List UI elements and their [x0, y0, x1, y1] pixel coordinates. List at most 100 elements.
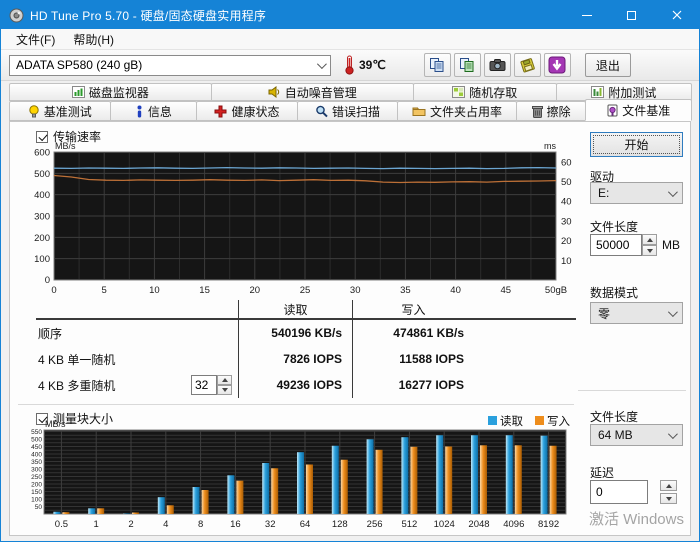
tab-benchmark[interactable]: 基准测试: [9, 101, 111, 121]
svg-text:300: 300: [31, 467, 42, 474]
tab-row-2: 基准测试 信息 健康状态 错误扫描 文件夹占用率 擦除 文件基准: [9, 99, 693, 121]
error-scan-icon: [315, 105, 328, 118]
svg-text:250: 250: [31, 474, 42, 481]
svg-text:0: 0: [45, 275, 50, 286]
svg-text:350: 350: [31, 459, 42, 466]
minimize-icon: [581, 14, 592, 16]
tab-label: 基准测试: [43, 104, 92, 119]
tab-file-benchmark[interactable]: 文件基准: [585, 99, 693, 121]
temperature-indicator: 39℃: [343, 55, 386, 75]
close-icon: [672, 10, 681, 20]
svg-text:1024: 1024: [434, 519, 455, 530]
svg-text:45: 45: [501, 285, 512, 296]
copy-color-icon: [460, 58, 474, 72]
transfer-rate-chart: 0 100 200 300 400 500 600 10 20 30 40 50 60 0 5 10 15 20 2…: [28, 140, 584, 307]
benchmark-icon: [28, 104, 40, 118]
screenshot-button[interactable]: [483, 53, 511, 77]
arrow-down-icon: [221, 388, 228, 392]
results-table-header: 读取 写入: [36, 300, 576, 320]
file-benchmark-icon: [607, 104, 618, 117]
svg-text:32: 32: [265, 519, 276, 530]
svg-text:4: 4: [163, 519, 168, 530]
data-mode-combobox[interactable]: 零: [590, 302, 683, 324]
row-label: 4 KB 单一随机: [38, 352, 116, 367]
target-drive-combobox[interactable]: E:: [590, 182, 683, 204]
svg-text:40: 40: [450, 285, 461, 296]
menu-file[interactable]: 文件(F): [7, 29, 64, 50]
noise-icon: [268, 86, 281, 98]
tab-label: 磁盘监视器: [88, 85, 149, 100]
chevron-down-icon: [667, 306, 678, 317]
read-value: 540196 KB/s: [238, 320, 352, 346]
delay-label: 延迟: [590, 466, 615, 480]
svg-text:10: 10: [561, 256, 572, 267]
file-length-input[interactable]: [590, 234, 642, 256]
close-button[interactable]: [654, 1, 699, 29]
svg-text:8: 8: [198, 519, 203, 530]
file-length-label: 文件长度: [590, 220, 639, 234]
tab-error-scan[interactable]: 错误扫描: [296, 101, 399, 121]
spin-down-button[interactable]: [642, 245, 657, 256]
menu-help[interactable]: 帮助(H): [64, 29, 123, 50]
results-table: 读取 写入 顺序 540196 KB/s 474861 KB/s 4 KB 单一…: [36, 300, 576, 398]
tab-random-access[interactable]: 随机存取: [412, 83, 557, 101]
spin-up-button[interactable]: [660, 480, 677, 491]
exit-button[interactable]: 退出: [584, 53, 631, 77]
arrow-up-icon: [646, 237, 653, 242]
write-value: 16277 IOPS: [352, 372, 474, 398]
svg-text:500: 500: [34, 169, 50, 180]
tab-label: 附加测试: [608, 85, 657, 100]
tab-label: 错误扫描: [332, 104, 381, 119]
window-controls: [564, 1, 699, 29]
spin-down-button[interactable]: [660, 493, 677, 504]
svg-text:2: 2: [128, 519, 133, 530]
temperature-value: 39℃: [359, 58, 386, 72]
arrow-up-icon: [665, 483, 672, 488]
start-button[interactable]: 开始: [590, 132, 683, 157]
tab-label: 自动噪音管理: [284, 85, 357, 100]
svg-text:35: 35: [400, 285, 411, 296]
svg-text:30: 30: [350, 285, 361, 296]
tab-folder-usage[interactable]: 文件夹占用率: [397, 101, 517, 121]
save-button[interactable]: [513, 53, 541, 77]
copy-text-button[interactable]: [423, 53, 451, 77]
file-benchmark-panel: 传输速率 0 100 200 300 400 500 600 10 20 30 40 50 60 0 5 10…: [9, 121, 691, 536]
target-drive-value: E:: [598, 186, 610, 200]
svg-text:100: 100: [31, 497, 42, 504]
maximize-button[interactable]: [609, 1, 654, 29]
block-file-length-combobox[interactable]: 64 MB: [590, 424, 683, 446]
disk-monitor-icon: [71, 86, 85, 98]
download-button[interactable]: [543, 53, 571, 77]
drive-combobox[interactable]: ADATA SP580 (240 gB): [9, 54, 331, 76]
tab-info[interactable]: 信息: [109, 101, 198, 121]
svg-text:128: 128: [332, 519, 348, 530]
thermometer-icon: [345, 55, 354, 75]
tab-noise-management[interactable]: 自动噪音管理: [210, 83, 414, 101]
delay-stepper: [590, 480, 677, 504]
spin-up-button[interactable]: [642, 234, 657, 245]
save-icon: [520, 58, 535, 73]
copy-image-button[interactable]: [453, 53, 481, 77]
spin-down-button[interactable]: [217, 385, 232, 395]
minimize-button[interactable]: [564, 1, 609, 29]
queue-depth-input[interactable]: [191, 375, 217, 395]
svg-text:400: 400: [31, 452, 42, 459]
random-access-icon: [452, 86, 466, 98]
toolbar-buttons: [423, 53, 571, 77]
table-row: 4 KB 单一随机 7826 IOPS 11588 IOPS: [36, 346, 576, 372]
menubar: 文件(F) 帮助(H): [1, 29, 699, 50]
queue-depth-stepper: [191, 375, 238, 395]
tab-strip: 磁盘监视器 自动噪音管理 随机存取 附加测试 基准测试 信息 健康状态 错误扫描…: [1, 81, 699, 121]
delay-input[interactable]: [590, 480, 648, 504]
row-label: 顺序: [38, 326, 63, 341]
spin-up-button[interactable]: [217, 375, 232, 385]
tab-disk-monitor[interactable]: 磁盘监视器: [9, 83, 212, 101]
arrow-down-icon: [665, 496, 672, 501]
file-length-stepper: MB: [590, 234, 680, 256]
svg-text:200: 200: [31, 482, 42, 489]
svg-text:50: 50: [561, 177, 572, 188]
tab-health[interactable]: 健康状态: [196, 101, 298, 121]
write-value: 474861 KB/s: [352, 320, 474, 346]
camera-icon: [489, 59, 506, 71]
tab-erase[interactable]: 擦除: [515, 101, 587, 121]
